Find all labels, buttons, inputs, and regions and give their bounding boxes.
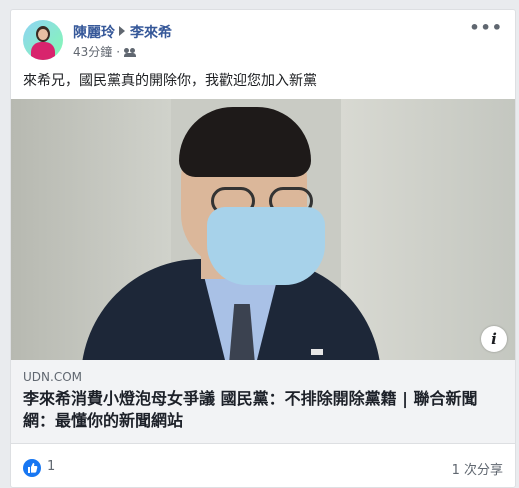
post-time[interactable]: 43分鐘 bbox=[73, 45, 112, 59]
meta-separator: · bbox=[116, 45, 121, 59]
avatar-face bbox=[38, 29, 48, 40]
more-options-button[interactable]: ••• bbox=[469, 18, 503, 37]
face-mask bbox=[207, 207, 325, 285]
post-card: 陳麗玲 李來希 43分鐘 · ••• 來希兄，國民黨真的開除你，我歡迎您加入新黨 i… bbox=[10, 9, 516, 488]
target-name[interactable]: 李來希 bbox=[130, 25, 172, 41]
info-icon[interactable]: i bbox=[481, 326, 507, 352]
arrow-right-icon bbox=[119, 26, 125, 36]
author-name[interactable]: 陳麗玲 bbox=[73, 25, 115, 41]
friends-icon[interactable] bbox=[124, 48, 137, 57]
post-meta: 43分鐘 · bbox=[73, 43, 137, 60]
link-preview-meta[interactable]: UDN.COM 李來希消費小燈泡母女爭議 國民黨：不排除開除黨籍 | 聯合新聞網… bbox=[11, 360, 515, 444]
link-domain: UDN.COM bbox=[23, 370, 82, 384]
image-background-right bbox=[341, 99, 515, 360]
link-title[interactable]: 李來希消費小燈泡母女爭議 國民黨：不排除開除黨籍 | 聯合新聞網：最懂你的新聞網… bbox=[23, 388, 509, 432]
lapel-pin bbox=[311, 349, 323, 355]
thumbs-up-glyph bbox=[28, 463, 38, 473]
author-avatar[interactable] bbox=[23, 20, 63, 60]
share-count[interactable]: 1 次分享 bbox=[452, 459, 503, 478]
post-header: 陳麗玲 李來希 43分鐘 · bbox=[23, 20, 493, 62]
post-names: 陳麗玲 李來希 bbox=[73, 22, 172, 42]
avatar-body bbox=[31, 42, 55, 60]
thumbs-up-icon[interactable] bbox=[23, 459, 41, 477]
post-text: 來希兄，國民黨真的開除你，我歡迎您加入新黨 bbox=[23, 73, 317, 89]
link-preview-image[interactable]: i bbox=[11, 99, 515, 360]
like-count[interactable]: 1 bbox=[47, 459, 55, 474]
post-footer: 1 1 次分享 bbox=[11, 444, 515, 486]
person-hair bbox=[179, 107, 311, 177]
